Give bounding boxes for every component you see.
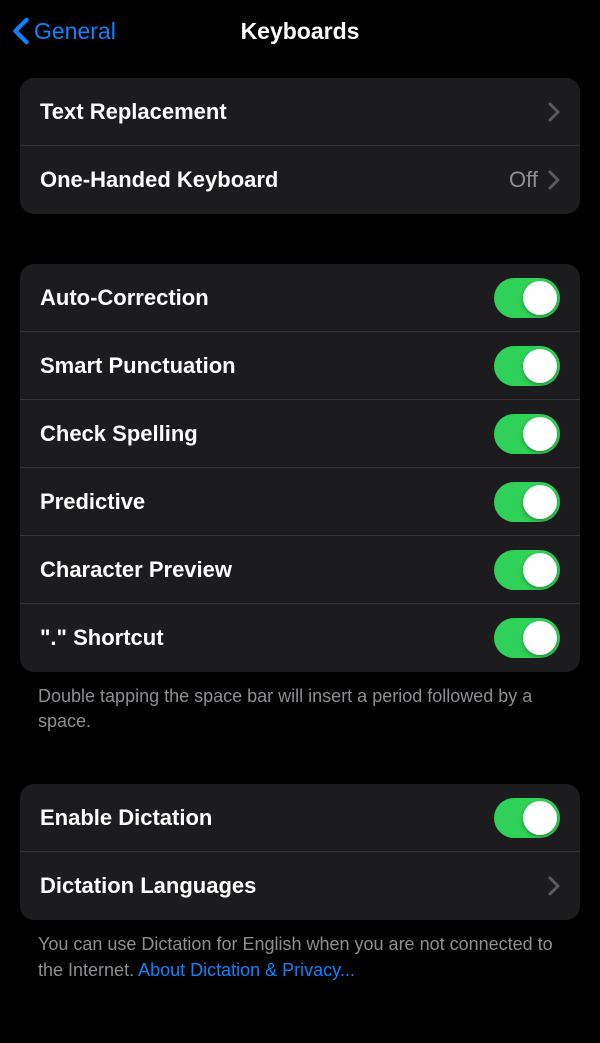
auto-correction-toggle[interactable] (494, 278, 560, 318)
text-replacement-row[interactable]: Text Replacement (20, 78, 580, 146)
smart-punctuation-toggle[interactable] (494, 346, 560, 386)
row-label: Auto-Correction (40, 285, 209, 311)
back-label: General (34, 18, 116, 45)
chevron-right-icon (548, 876, 560, 896)
character-preview-toggle[interactable] (494, 550, 560, 590)
row-label: Smart Punctuation (40, 353, 236, 379)
row-label: One-Handed Keyboard (40, 167, 278, 193)
dictation-languages-row[interactable]: Dictation Languages (20, 852, 580, 920)
row-trail: Off (509, 167, 560, 193)
row-label: Dictation Languages (40, 873, 256, 899)
row-trail (548, 102, 560, 122)
settings-group-1: Text Replacement One-Handed Keyboard Off (20, 78, 580, 214)
predictive-toggle[interactable] (494, 482, 560, 522)
chevron-right-icon (548, 102, 560, 122)
period-shortcut-row: "." Shortcut (20, 604, 580, 672)
settings-group-3: Enable Dictation Dictation Languages (20, 784, 580, 920)
enable-dictation-toggle[interactable] (494, 798, 560, 838)
group-2-footer: Double tapping the space bar will insert… (0, 672, 600, 734)
row-value: Off (509, 167, 538, 193)
row-label: Predictive (40, 489, 145, 515)
row-trail (548, 876, 560, 896)
chevron-left-icon (12, 17, 30, 45)
auto-correction-row: Auto-Correction (20, 264, 580, 332)
row-label: "." Shortcut (40, 625, 164, 651)
one-handed-keyboard-row[interactable]: One-Handed Keyboard Off (20, 146, 580, 214)
row-label: Text Replacement (40, 99, 227, 125)
page-title: Keyboards (241, 18, 360, 45)
check-spelling-toggle[interactable] (494, 414, 560, 454)
group-3-footer: You can use Dictation for English when y… (0, 920, 600, 982)
dictation-privacy-link[interactable]: About Dictation & Privacy... (138, 960, 355, 980)
check-spelling-row: Check Spelling (20, 400, 580, 468)
nav-bar: General Keyboards (0, 0, 600, 62)
character-preview-row: Character Preview (20, 536, 580, 604)
row-label: Character Preview (40, 557, 232, 583)
settings-group-2: Auto-Correction Smart Punctuation Check … (20, 264, 580, 672)
chevron-right-icon (548, 170, 560, 190)
predictive-row: Predictive (20, 468, 580, 536)
row-label: Check Spelling (40, 421, 198, 447)
back-button[interactable]: General (12, 17, 116, 45)
enable-dictation-row: Enable Dictation (20, 784, 580, 852)
period-shortcut-toggle[interactable] (494, 618, 560, 658)
row-label: Enable Dictation (40, 805, 212, 831)
smart-punctuation-row: Smart Punctuation (20, 332, 580, 400)
